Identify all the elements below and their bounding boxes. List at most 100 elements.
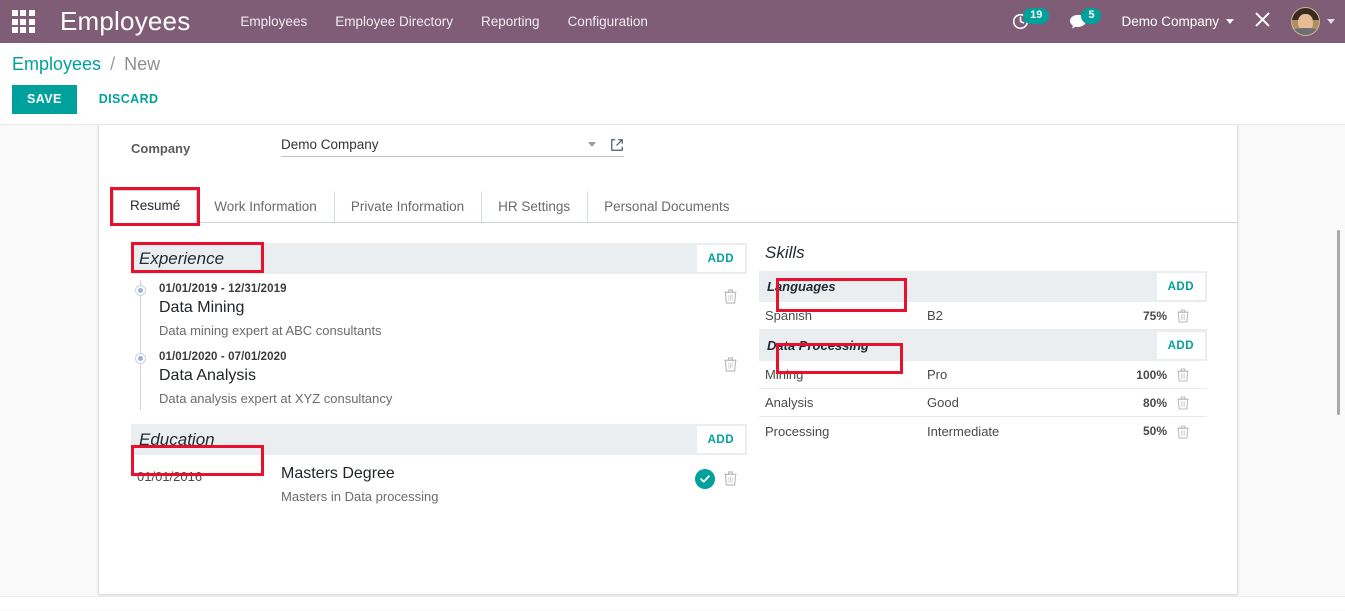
education-entry-delete-trash-icon[interactable]	[724, 470, 737, 488]
experience-entry-description: Data analysis expert at XYZ consultancy	[159, 391, 393, 406]
skill-progress-label: 100%	[1136, 367, 1167, 382]
tab-personal-documents[interactable]: Personal Documents	[587, 191, 746, 223]
breadcrumb-employees-link[interactable]: Employees	[12, 54, 101, 74]
skill-row[interactable]: Analysis Good 80%	[759, 389, 1207, 417]
experience-entry-name: Data Mining	[159, 299, 245, 316]
education-entry-date: 01/01/2016	[137, 469, 203, 484]
experience-entry[interactable]: 01/01/2019 - 12/31/2019 Data Mining Data…	[136, 274, 747, 342]
skill-group-title-languages: Languages	[767, 279, 836, 294]
user-menu[interactable]	[1281, 0, 1339, 43]
record-action-buttons: SAVE DISCARD	[12, 85, 1345, 114]
experience-entry-date: 01/01/2019 - 12/31/2019	[159, 283, 287, 295]
form-viewport: Company Resumé Work Informati	[0, 125, 1345, 610]
avatar	[1291, 7, 1320, 36]
education-entry-description: Masters in Data processing	[281, 489, 439, 504]
experience-add-button[interactable]: ADD	[696, 245, 745, 272]
wrench-cross-icon	[1254, 11, 1271, 33]
systray: 19 5 Demo Company	[1002, 0, 1345, 43]
education-section-header: Education ADD	[131, 424, 747, 455]
experience-entry-name: Data Analysis	[159, 367, 256, 384]
top-navbar: Employees Employees Employee Directory R…	[0, 0, 1345, 43]
experience-entry[interactable]: 01/01/2020 - 07/01/2020 Data Analysis Da…	[136, 342, 747, 410]
skill-row[interactable]: Spanish B2 75%	[759, 302, 1207, 330]
experience-timeline: 01/01/2019 - 12/31/2019 Data Mining Data…	[131, 274, 747, 410]
timeline-dot-icon	[136, 354, 145, 363]
experience-entry-date: 01/01/2020 - 07/01/2020	[159, 351, 287, 363]
company-field-wrapper	[281, 137, 624, 157]
skill-delete-trash-icon[interactable]	[1169, 367, 1197, 383]
education-add-button[interactable]: ADD	[696, 426, 745, 453]
company-field-label: Company	[131, 141, 191, 156]
experience-title: Experience	[139, 248, 225, 268]
skill-delete-trash-icon[interactable]	[1169, 395, 1197, 411]
skill-level: Good	[927, 395, 959, 410]
skill-delete-trash-icon[interactable]	[1169, 423, 1197, 439]
control-panel: Employees / New SAVE DISCARD	[0, 43, 1345, 125]
bottom-strip	[0, 596, 1345, 610]
skill-group-add-button-languages[interactable]: ADD	[1156, 273, 1205, 300]
messages-count-badge: 5	[1081, 7, 1102, 24]
education-entry-actions	[695, 465, 747, 489]
education-entry-main: Masters Degree Masters in Data processin…	[281, 465, 695, 504]
chevron-down-icon	[1226, 19, 1234, 24]
company-switcher-label: Demo Company	[1121, 14, 1219, 29]
activities-menu[interactable]: 19	[1002, 0, 1059, 43]
tab-resume[interactable]: Resumé	[113, 190, 198, 223]
messaging-menu[interactable]: 5	[1059, 0, 1111, 43]
menu-item-employees[interactable]: Employees	[226, 0, 321, 43]
skill-progress-label: 80%	[1142, 395, 1167, 410]
form-sheet: Company Resumé Work Informati	[98, 125, 1238, 595]
check-circle-icon[interactable]	[695, 469, 715, 489]
skill-name: Analysis	[765, 395, 814, 410]
tab-private-information[interactable]: Private Information	[333, 191, 481, 223]
main-menu: Employees Employee Directory Reporting C…	[226, 0, 661, 43]
menu-item-reporting[interactable]: Reporting	[467, 0, 554, 43]
skill-group-title-data-processing: Data Processing	[767, 338, 869, 353]
grid-glyph	[11, 10, 35, 33]
skill-name: Mining	[765, 367, 804, 382]
skill-progress-label: 50%	[1142, 424, 1167, 438]
skill-row[interactable]: Mining Pro 100%	[759, 361, 1207, 389]
timeline-dot-icon	[136, 286, 145, 295]
discard-button[interactable]: DISCARD	[85, 85, 173, 114]
page-scrollbar-thumb[interactable]	[1337, 230, 1340, 415]
apps-grid-icon[interactable]	[0, 0, 46, 43]
education-title: Education	[139, 429, 215, 449]
save-button[interactable]: SAVE	[12, 85, 77, 114]
skill-level: B2	[927, 308, 943, 323]
notebook-tabs: Resumé Work Information Private Informat…	[113, 190, 1237, 223]
skill-level: Pro	[927, 367, 948, 382]
company-switcher[interactable]: Demo Company	[1111, 0, 1244, 43]
education-entry-name: Masters Degree	[281, 465, 395, 482]
experience-entry-delete-trash-icon[interactable]	[724, 288, 737, 306]
page-scrollbar[interactable]	[1334, 125, 1343, 610]
experience-section-header: Experience ADD	[131, 243, 747, 274]
company-internal-link-icon[interactable]	[610, 138, 624, 152]
breadcrumb: Employees / New	[12, 52, 1345, 76]
skills-title: Skills	[765, 243, 805, 262]
debug-tools-menu[interactable]	[1244, 0, 1281, 43]
company-input[interactable]	[281, 137, 582, 152]
skill-delete-trash-icon[interactable]	[1169, 308, 1197, 324]
skill-row[interactable]: Processing Intermediate 50%	[759, 417, 1207, 445]
tab-hr-settings[interactable]: HR Settings	[481, 191, 587, 223]
menu-item-employee-directory[interactable]: Employee Directory	[321, 0, 467, 43]
company-dropdown-chevron-icon[interactable]	[588, 142, 596, 147]
tab-work-information[interactable]: Work Information	[197, 191, 334, 223]
education-entry[interactable]: 01/01/2016 Masters Degree Masters in Dat…	[131, 455, 747, 510]
skill-name: Spanish	[765, 308, 812, 323]
resume-right-column: Skills Languages ADD Spanish B2 75% Data…	[747, 243, 1207, 510]
skill-group-header-data-processing: Data Processing ADD	[759, 330, 1207, 361]
skill-name: Processing	[765, 423, 830, 439]
menu-item-configuration[interactable]: Configuration	[554, 0, 662, 43]
resume-left-column: Experience ADD 01/01/2019 - 12/31/2019 D…	[99, 243, 747, 510]
user-menu-chevron-icon	[1327, 19, 1335, 24]
experience-entry-description: Data mining expert at ABC consultants	[159, 323, 382, 338]
experience-entry-delete-trash-icon[interactable]	[724, 356, 737, 374]
breadcrumb-separator: /	[110, 54, 116, 74]
resume-tab-content: Experience ADD 01/01/2019 - 12/31/2019 D…	[99, 223, 1237, 510]
company-field-row: Company	[99, 125, 1237, 181]
skill-level: Intermediate	[927, 423, 1000, 439]
breadcrumb-current: New	[124, 54, 161, 74]
skill-group-add-button-data-processing[interactable]: ADD	[1156, 332, 1205, 359]
